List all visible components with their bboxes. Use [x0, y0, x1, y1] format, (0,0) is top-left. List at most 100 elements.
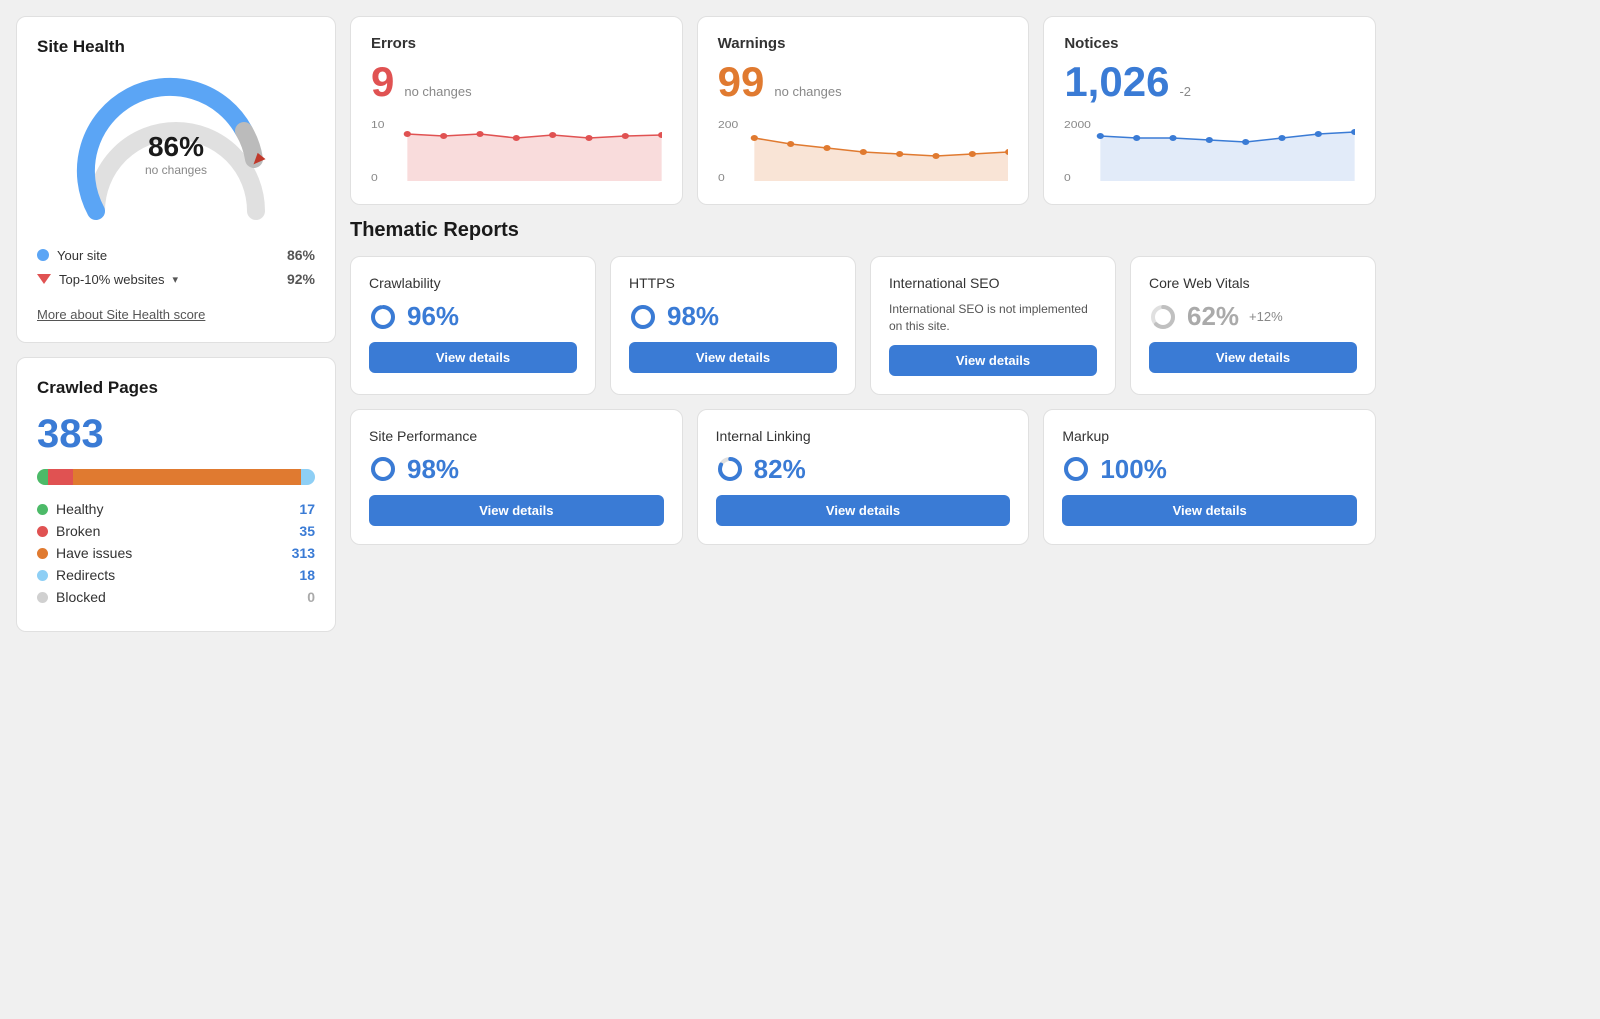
thematic-row2: Site Performance 98% View details Intern…: [350, 409, 1376, 545]
site-perf-btn[interactable]: View details: [369, 495, 664, 526]
notices-svg: 2000 0: [1064, 116, 1355, 186]
report-cwv: Core Web Vitals 62% +12% View details: [1130, 256, 1376, 395]
legend-redirects: Redirects 18: [37, 567, 315, 583]
errors-chart: 10 0: [371, 116, 662, 186]
dot-issues: [37, 548, 48, 559]
svg-text:0: 0: [718, 173, 725, 184]
crawlability-title: Crawlability: [369, 275, 577, 291]
https-btn[interactable]: View details: [629, 342, 837, 373]
cwv-btn[interactable]: View details: [1149, 342, 1357, 373]
warnings-change: no changes: [774, 84, 841, 99]
crawlability-pct: 96%: [407, 301, 459, 332]
bar-issues: [73, 469, 301, 485]
markup-donut: [1062, 455, 1090, 483]
errors-svg: 10 0: [371, 116, 662, 186]
gauge-container: 86% no changes: [37, 71, 315, 231]
https-score-row: 98%: [629, 301, 837, 332]
bar-redirects: [301, 469, 315, 485]
report-https: HTTPS 98% View details: [610, 256, 856, 395]
markup-score-row: 100%: [1062, 454, 1357, 485]
count-healthy: 17: [299, 501, 315, 517]
markup-title: Markup: [1062, 428, 1357, 444]
crawlability-score-row: 96%: [369, 301, 577, 332]
legend-issues: Have issues 313: [37, 545, 315, 561]
svg-text:200: 200: [718, 120, 738, 131]
warnings-count: 99: [718, 58, 765, 106]
thematic-title: Thematic Reports: [350, 219, 1376, 242]
report-crawlability: Crawlability 96% View details: [350, 256, 596, 395]
warnings-chart: 200 0: [718, 116, 1009, 186]
cwv-pct: 62%: [1187, 301, 1239, 332]
dot-redirects: [37, 570, 48, 581]
right-column: Errors 9 no changes 10 0: [350, 16, 1376, 632]
gauge-percent: 86%: [145, 131, 207, 163]
warnings-number-row: 99 no changes: [718, 58, 1009, 106]
top-sites-label: Top-10% websites: [59, 272, 165, 287]
report-intl-seo: International SEO International SEO is n…: [870, 256, 1116, 395]
intl-seo-note: International SEO is not implemented on …: [889, 301, 1097, 335]
notices-number-row: 1,026 -2: [1064, 58, 1355, 106]
dropdown-icon[interactable]: ▾: [173, 273, 179, 286]
gauge-center: 86% no changes: [145, 131, 207, 177]
dashboard: Site Health 86% no changes: [16, 16, 1376, 632]
errors-number-row: 9 no changes: [371, 58, 662, 106]
svg-text:0: 0: [371, 173, 378, 184]
errors-card: Errors 9 no changes 10 0: [350, 16, 683, 205]
label-blocked: Blocked: [56, 589, 106, 605]
stats-row: Errors 9 no changes 10 0: [350, 16, 1376, 205]
crawled-pages-total: 383: [37, 412, 315, 457]
label-broken: Broken: [56, 523, 100, 539]
your-site-label: Your site: [57, 248, 107, 263]
crawled-pages-card: Crawled Pages 383 Healthy 17 Broken: [16, 357, 336, 632]
cwv-change: +12%: [1249, 309, 1283, 324]
internal-linking-title: Internal Linking: [716, 428, 1011, 444]
markup-btn[interactable]: View details: [1062, 495, 1357, 526]
errors-count: 9: [371, 58, 394, 106]
crawlability-btn[interactable]: View details: [369, 342, 577, 373]
dot-blocked: [37, 592, 48, 603]
warnings-title: Warnings: [718, 35, 1009, 52]
site-perf-title: Site Performance: [369, 428, 664, 444]
errors-change: no changes: [404, 84, 471, 99]
internal-linking-score-row: 82%: [716, 454, 1011, 485]
site-health-card: Site Health 86% no changes: [16, 16, 336, 343]
notices-card: Notices 1,026 -2 2000 0: [1043, 16, 1376, 205]
cwv-title: Core Web Vitals: [1149, 275, 1357, 291]
https-pct: 98%: [667, 301, 719, 332]
more-link[interactable]: More about Site Health score: [37, 307, 205, 322]
legend-broken: Broken 35: [37, 523, 315, 539]
https-title: HTTPS: [629, 275, 837, 291]
left-column: Site Health 86% no changes: [16, 16, 336, 632]
site-perf-donut: [369, 455, 397, 483]
report-internal-linking: Internal Linking 82% View details: [697, 409, 1030, 545]
top-sites-triangle: [37, 274, 51, 284]
dot-broken: [37, 526, 48, 537]
internal-linking-btn[interactable]: View details: [716, 495, 1011, 526]
markup-pct: 100%: [1100, 454, 1167, 485]
crawled-pages-title: Crawled Pages: [37, 378, 315, 398]
thematic-reports-section: Thematic Reports Crawlability 96% View d…: [350, 219, 1376, 545]
top-sites-value: 92%: [287, 271, 315, 287]
your-site-legend: Your site 86%: [37, 247, 315, 263]
crawlability-donut: [369, 303, 397, 331]
label-issues: Have issues: [56, 545, 132, 561]
svg-text:0: 0: [1064, 173, 1071, 184]
internal-linking-pct: 82%: [754, 454, 806, 485]
your-site-value: 86%: [287, 247, 315, 263]
svg-text:10: 10: [371, 120, 384, 131]
site-perf-pct: 98%: [407, 454, 459, 485]
warnings-svg: 200 0: [718, 116, 1009, 186]
bar-broken: [48, 469, 73, 485]
site-perf-score-row: 98%: [369, 454, 664, 485]
notices-change: -2: [1179, 84, 1191, 99]
svg-text:2000: 2000: [1064, 120, 1091, 131]
notices-title: Notices: [1064, 35, 1355, 52]
count-redirects: 18: [299, 567, 315, 583]
legend-blocked: Blocked 0: [37, 589, 315, 605]
thematic-row1: Crawlability 96% View details HTTPS: [350, 256, 1376, 395]
notices-chart: 2000 0: [1064, 116, 1355, 186]
count-issues: 313: [292, 545, 315, 561]
site-health-title: Site Health: [37, 37, 315, 57]
warnings-card: Warnings 99 no changes 200 0: [697, 16, 1030, 205]
intl-seo-btn[interactable]: View details: [889, 345, 1097, 376]
